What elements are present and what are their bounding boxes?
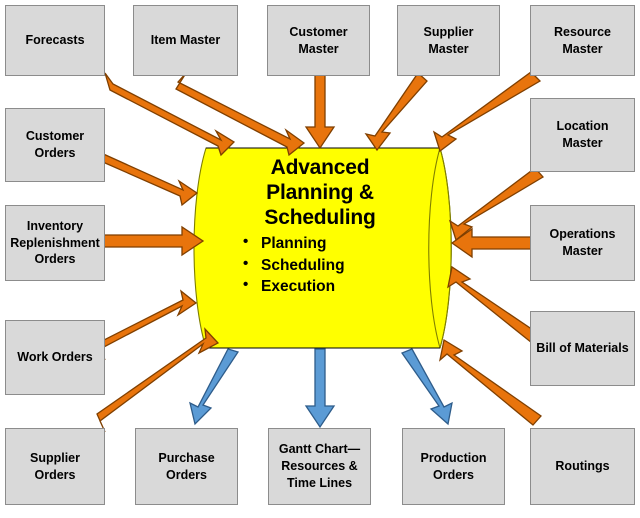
node-operations-master-label: Operations Master (549, 227, 616, 258)
node-purchase-orders[interactable]: Purchase Orders (135, 428, 238, 505)
arrow-customer-orders (95, 140, 199, 207)
node-location-master-label: Location Master (556, 119, 609, 150)
arrow-forecasts (104, 72, 236, 157)
hub-bullet-scheduling: Scheduling (243, 254, 425, 276)
node-purchase-orders-label: Purchase Orders (158, 450, 215, 482)
node-supplier-master[interactable]: Supplier Master (397, 5, 500, 76)
hub-text-block: Advanced Planning & Scheduling Planning … (215, 156, 425, 297)
node-item-master[interactable]: Item Master (133, 5, 238, 76)
node-customer-master-label: Customer Master (289, 24, 348, 56)
node-operations-master[interactable]: Operations Master (530, 205, 635, 281)
node-inventory-replenishment-orders-label: Inventory Replenishment Orders (10, 218, 100, 267)
node-production-orders[interactable]: Production Orders (402, 428, 505, 505)
node-inventory-replenishment-orders[interactable]: Inventory Replenishment Orders (5, 205, 105, 281)
hub-title: Advanced Planning & Scheduling (264, 156, 376, 229)
node-customer-orders-label: Customer Orders (25, 129, 85, 160)
node-supplier-master-label: Supplier Master (423, 24, 474, 56)
hub-bullet-list: Planning Scheduling Execution (215, 232, 425, 297)
node-routings-label: Routings (555, 459, 610, 474)
node-forecasts-label: Forecasts (25, 33, 85, 48)
node-bill-of-materials[interactable]: Bill of Materials (530, 311, 635, 386)
node-customer-orders[interactable]: Customer Orders (5, 108, 105, 182)
hub-bullet-execution: Execution (243, 275, 425, 297)
node-supplier-orders[interactable]: Supplier Orders (5, 428, 105, 505)
node-work-orders-label: Work Orders (17, 350, 93, 365)
node-forecasts[interactable]: Forecasts (5, 5, 105, 76)
node-production-orders-label: Production Orders (420, 450, 487, 482)
node-routings[interactable]: Routings (530, 428, 635, 505)
aps-flow-diagram: Advanced Planning & Scheduling Planning … (0, 0, 640, 518)
arrow-purchase-orders (189, 348, 240, 426)
arrow-routings (438, 338, 542, 426)
arrow-work-orders (97, 289, 198, 361)
node-resource-master-label: Resource Master (554, 24, 611, 56)
node-location-master[interactable]: Location Master (530, 98, 635, 172)
node-bill-of-materials-label: Bill of Materials (536, 341, 629, 356)
node-gantt-chart-label: Gantt Chart— Resources & Time Lines (278, 442, 361, 490)
arrow-item-master (175, 72, 306, 157)
arrow-production-orders (400, 348, 453, 426)
node-supplier-orders-label: Supplier Orders (29, 450, 80, 482)
output-arrows (189, 348, 453, 429)
arrow-resource-master (432, 71, 542, 153)
hub-bullet-planning: Planning (243, 232, 425, 254)
node-gantt-chart[interactable]: Gantt Chart— Resources & Time Lines (268, 428, 371, 505)
arrow-inventory-replenishment-orders (103, 225, 205, 257)
arrow-supplier-master (364, 72, 428, 152)
arrow-bill-of-materials (447, 265, 540, 344)
node-resource-master[interactable]: Resource Master (530, 5, 635, 76)
node-work-orders[interactable]: Work Orders (5, 320, 105, 395)
arrow-gantt-chart (304, 348, 336, 429)
node-customer-master[interactable]: Customer Master (267, 5, 370, 76)
arrow-customer-master (304, 73, 336, 150)
node-item-master-label: Item Master (150, 33, 221, 48)
